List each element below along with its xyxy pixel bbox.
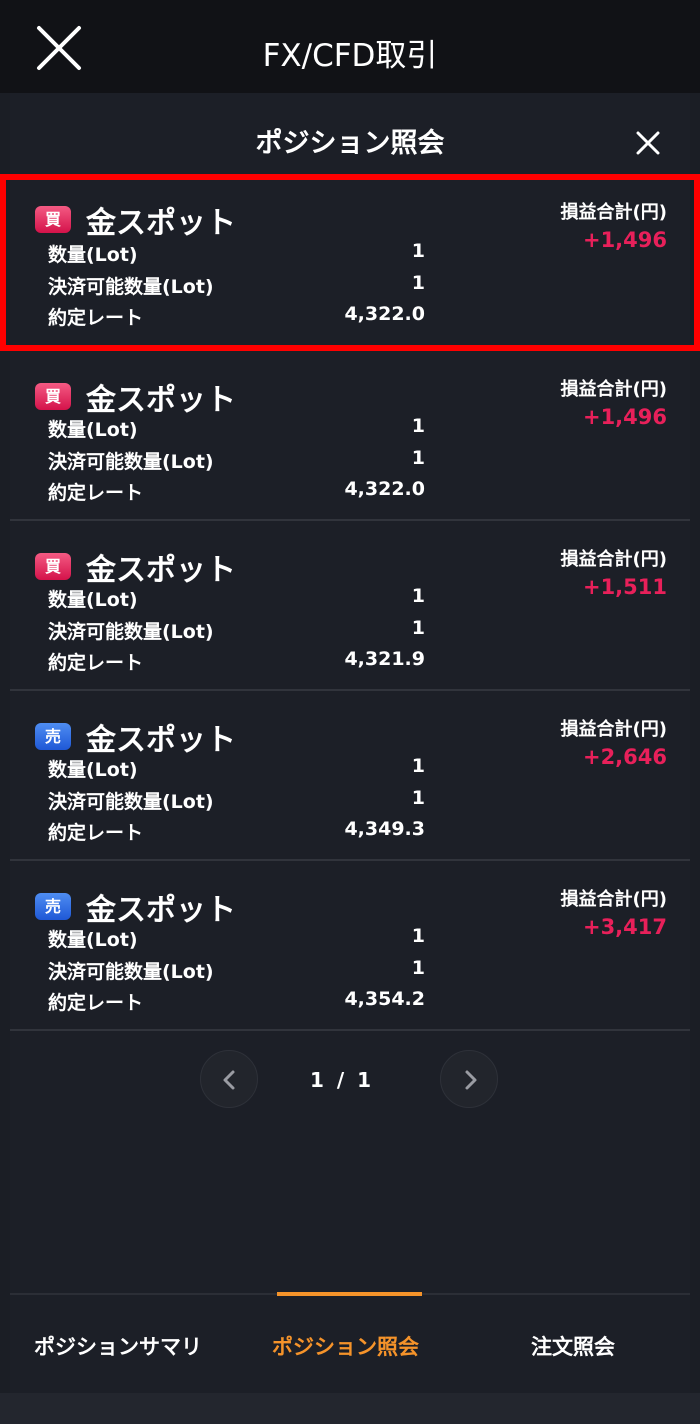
rate-value: 4,349.3 (344, 818, 425, 840)
rate-value: 4,322.0 (344, 303, 425, 325)
position-name: 金スポット (86, 553, 236, 588)
position-list: 買 金スポット 数量(Lot) 1 決済可能数量(Lot) 1 約定レート 4,… (0, 174, 700, 1031)
pl-value: +3,417 (582, 915, 667, 939)
position-name: 金スポット (86, 383, 236, 418)
settleable-value: 1 (411, 957, 425, 979)
rate-value: 4,354.2 (344, 988, 425, 1010)
position-name: 金スポット (86, 206, 236, 241)
position-row[interactable]: 買 金スポット 数量(Lot) 1 決済可能数量(Lot) 1 約定レート 4,… (0, 174, 700, 351)
chevron-left-icon (223, 1070, 235, 1090)
rate-label: 約定レート (48, 652, 144, 674)
tab-position-summary[interactable]: ポジションサマリ (34, 1331, 202, 1361)
quantity-label: 数量(Lot) (48, 419, 138, 441)
settleable-value: 1 (411, 617, 425, 639)
buy-badge: 買 (35, 383, 71, 410)
position-row[interactable]: 売 金スポット 数量(Lot) 1 決済可能数量(Lot) 1 約定レート 4,… (10, 691, 690, 861)
prev-page-button[interactable] (200, 1050, 258, 1108)
pl-value: +1,496 (582, 228, 667, 252)
settleable-label: 決済可能数量(Lot) (48, 451, 214, 473)
rate-label: 約定レート (48, 822, 144, 844)
settleable-value: 1 (411, 447, 425, 469)
pl-label: 損益合計(円) (560, 202, 667, 223)
position-name: 金スポット (86, 893, 236, 928)
tab-order-inquiry[interactable]: 注文照会 (531, 1331, 615, 1361)
page-indicator: 1 / 1 (310, 1068, 371, 1092)
footer-strip (0, 1393, 700, 1424)
quantity-value: 1 (411, 585, 425, 607)
quantity-value: 1 (411, 240, 425, 262)
pagination: 1 / 1 (10, 1048, 690, 1108)
pl-value: +1,511 (582, 575, 667, 599)
position-row[interactable]: 売 金スポット 数量(Lot) 1 決済可能数量(Lot) 1 約定レート 4,… (10, 861, 690, 1031)
rate-label: 約定レート (48, 482, 144, 504)
pl-label: 損益合計(円) (560, 379, 667, 400)
settleable-label: 決済可能数量(Lot) (48, 276, 214, 298)
panel-title: ポジション照会 (255, 128, 445, 159)
position-panel: ポジション照会 買 金スポット 数量(Lot) 1 決済可能数量(Lot) 1 … (0, 93, 700, 1293)
buy-badge: 買 (35, 206, 71, 233)
sell-badge: 売 (35, 723, 71, 750)
quantity-value: 1 (411, 755, 425, 777)
pl-value: +1,496 (582, 405, 667, 429)
quantity-label: 数量(Lot) (48, 929, 138, 951)
page-separator: / (336, 1068, 345, 1092)
rate-label: 約定レート (48, 307, 144, 329)
settleable-value: 1 (411, 272, 425, 294)
settleable-value: 1 (411, 787, 425, 809)
pl-value: +2,646 (582, 745, 667, 769)
rate-value: 4,321.9 (344, 648, 425, 670)
close-icon[interactable] (636, 131, 660, 155)
pl-label: 損益合計(円) (560, 549, 667, 570)
settleable-label: 決済可能数量(Lot) (48, 621, 214, 643)
quantity-label: 数量(Lot) (48, 244, 138, 266)
quantity-value: 1 (411, 925, 425, 947)
rate-value: 4,322.0 (344, 478, 425, 500)
quantity-label: 数量(Lot) (48, 759, 138, 781)
settleable-label: 決済可能数量(Lot) (48, 791, 214, 813)
chevron-right-icon (465, 1070, 477, 1090)
position-name: 金スポット (86, 723, 236, 758)
settleable-label: 決済可能数量(Lot) (48, 961, 214, 983)
quantity-value: 1 (411, 415, 425, 437)
pl-label: 損益合計(円) (560, 719, 667, 740)
sell-badge: 売 (35, 893, 71, 920)
active-tab-indicator (277, 1292, 422, 1296)
buy-badge: 買 (35, 553, 71, 580)
top-bar: FX/CFD取引 (0, 0, 700, 93)
total-pages: 1 (357, 1068, 372, 1092)
tab-position-inquiry[interactable]: ポジション照会 (272, 1331, 419, 1361)
rate-label: 約定レート (48, 992, 144, 1014)
panel-header: ポジション照会 (10, 93, 690, 173)
bottom-tab-bar: ポジションサマリ ポジション照会 注文照会 (10, 1292, 690, 1393)
quantity-label: 数量(Lot) (48, 589, 138, 611)
pl-label: 損益合計(円) (560, 889, 667, 910)
position-row[interactable]: 買 金スポット 数量(Lot) 1 決済可能数量(Lot) 1 約定レート 4,… (10, 521, 690, 691)
app-title: FX/CFD取引 (262, 38, 438, 74)
position-row[interactable]: 買 金スポット 数量(Lot) 1 決済可能数量(Lot) 1 約定レート 4,… (10, 351, 690, 521)
current-page: 1 (310, 1068, 324, 1092)
next-page-button[interactable] (440, 1050, 498, 1108)
